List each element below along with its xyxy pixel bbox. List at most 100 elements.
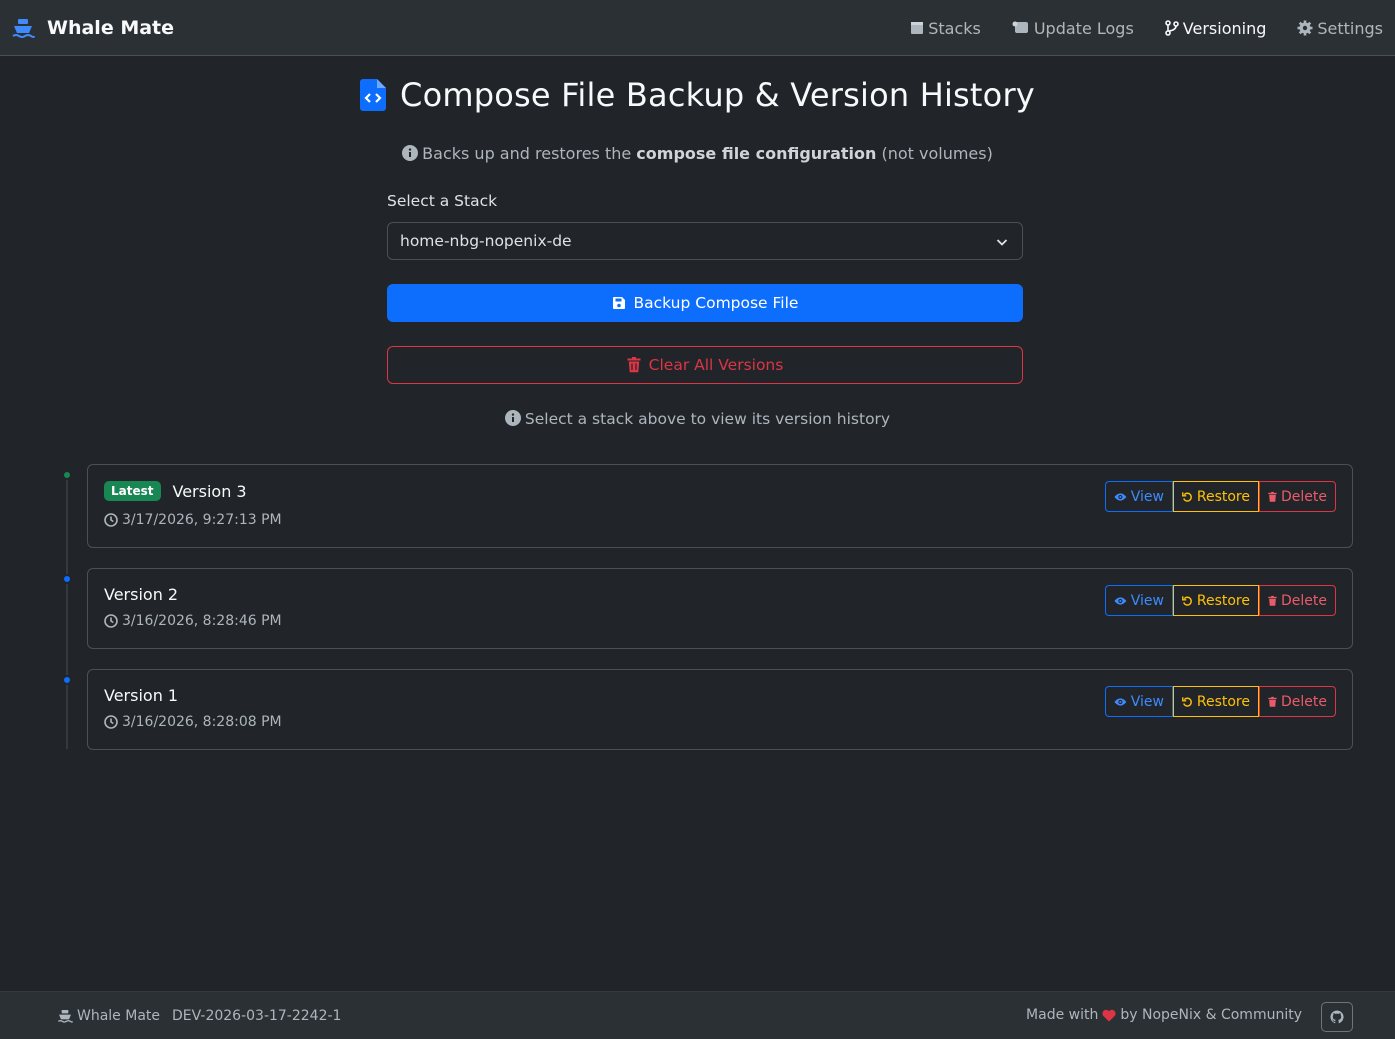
restore-button[interactable]: Restore	[1173, 481, 1259, 512]
nav-label: Settings	[1317, 18, 1383, 38]
version-actions: View Restore Delete	[1105, 585, 1336, 616]
clear-button-label: Clear All Versions	[648, 356, 784, 374]
restore-label: Restore	[1196, 693, 1250, 710]
brand-link[interactable]: Whale Mate	[11, 16, 174, 40]
eye-icon	[1114, 492, 1127, 501]
restore-button[interactable]: Restore	[1173, 686, 1259, 717]
clock-icon	[104, 715, 118, 729]
chevron-down-icon	[996, 239, 1008, 246]
version-card: Latest Version 3 3/17/2026, 9:27:13 PM V…	[87, 464, 1353, 548]
undo-icon	[1182, 491, 1192, 502]
nav-label: Versioning	[1182, 18, 1267, 38]
backup-compose-button[interactable]: Backup Compose File	[387, 284, 1023, 322]
ship-icon	[11, 16, 35, 40]
restore-label: Restore	[1196, 488, 1250, 505]
version-title-row: Version 1	[104, 686, 178, 705]
version-title-row: Latest Version 3	[104, 481, 247, 501]
version-date-text: 3/16/2026, 8:28:08 PM	[122, 714, 282, 730]
nav-stacks[interactable]: Stacks	[910, 19, 981, 38]
clock-icon	[104, 614, 118, 628]
timeline-dot	[62, 574, 72, 584]
version-date: 3/16/2026, 8:28:46 PM	[104, 613, 282, 629]
trash-icon	[1268, 595, 1277, 606]
heart-icon	[1102, 1009, 1116, 1021]
version-title: Version 2	[104, 585, 179, 604]
build-version: DEV-2026-03-17-2242-1	[172, 1008, 342, 1024]
file-code-icon	[360, 79, 387, 111]
footer: Whale Mate DEV-2026-03-17-2242-1 Made wi…	[0, 991, 1395, 1039]
nav-versioning[interactable]: Versioning	[1164, 18, 1267, 38]
nav-label: Stacks	[928, 18, 981, 38]
timeline-dot-latest	[62, 470, 72, 480]
made-with-text: Made with	[1026, 1007, 1099, 1023]
page-header: Compose File Backup & Version History	[0, 76, 1395, 114]
version-date: 3/16/2026, 8:28:08 PM	[104, 714, 282, 730]
gear-icon	[1297, 20, 1313, 36]
delete-button[interactable]: Delete	[1259, 585, 1336, 616]
selected-stack: home-nbg-nopenix-de	[400, 232, 572, 250]
view-label: View	[1130, 693, 1164, 710]
view-button[interactable]: View	[1105, 481, 1173, 512]
clear-all-versions-button[interactable]: Clear All Versions	[387, 346, 1023, 384]
box-icon	[911, 22, 924, 34]
clock-icon	[104, 513, 118, 527]
view-button[interactable]: View	[1105, 686, 1173, 717]
undo-icon	[1182, 595, 1192, 606]
trash-icon	[627, 357, 641, 373]
info-icon	[504, 410, 521, 426]
restore-button[interactable]: Restore	[1173, 585, 1259, 616]
view-label: View	[1130, 592, 1164, 609]
github-icon	[1330, 1010, 1344, 1024]
by-text[interactable]: by NopeNix & Community	[1120, 1007, 1302, 1023]
delete-button[interactable]: Delete	[1259, 481, 1336, 512]
version-title: Version 3	[172, 481, 247, 501]
nav-label: Update Logs	[1033, 18, 1134, 38]
trash-icon	[1268, 696, 1277, 707]
version-date: 3/17/2026, 9:27:13 PM	[104, 512, 282, 528]
subtitle-bold: compose file configuration	[636, 144, 877, 163]
version-hint: Select a stack above to view its version…	[0, 410, 1395, 428]
restore-label: Restore	[1196, 592, 1250, 609]
undo-icon	[1182, 696, 1192, 707]
branch-icon	[1164, 20, 1179, 36]
page-subtitle: Backs up and restores the compose file c…	[0, 144, 1395, 163]
scroll-icon	[1012, 21, 1028, 33]
version-title: Version 1	[104, 686, 179, 705]
hint-text: Select a stack above to view its version…	[524, 410, 891, 428]
github-button[interactable]	[1321, 1002, 1353, 1032]
latest-badge: Latest	[104, 481, 161, 501]
footer-brand-name: Whale Mate	[77, 1008, 161, 1024]
page-title: Compose File Backup & Version History	[400, 76, 1035, 114]
timeline-line	[66, 475, 68, 749]
brand-name: Whale Mate	[47, 16, 175, 39]
eye-icon	[1114, 596, 1127, 605]
subtitle-suffix: (not volumes)	[876, 144, 993, 163]
delete-label: Delete	[1281, 693, 1327, 710]
delete-label: Delete	[1281, 592, 1327, 609]
stack-select-label: Select a Stack	[387, 192, 498, 210]
subtitle-text: Backs up and restores the	[422, 144, 637, 163]
version-card: Version 1 3/16/2026, 8:28:08 PM View Res…	[87, 669, 1353, 750]
version-date-text: 3/16/2026, 8:28:46 PM	[122, 613, 282, 629]
info-icon	[402, 145, 419, 161]
eye-icon	[1114, 697, 1127, 706]
delete-button[interactable]: Delete	[1259, 686, 1336, 717]
version-date-text: 3/17/2026, 9:27:13 PM	[122, 512, 282, 528]
view-button[interactable]: View	[1105, 585, 1173, 616]
version-card: Version 2 3/16/2026, 8:28:46 PM View Res…	[87, 568, 1353, 649]
version-actions: View Restore Delete	[1105, 686, 1336, 717]
ship-icon	[57, 1010, 73, 1023]
nav-update-logs[interactable]: Update Logs	[1012, 19, 1134, 38]
nav-settings[interactable]: Settings	[1297, 19, 1383, 38]
version-title-row: Version 2	[104, 585, 178, 604]
footer-brand: Whale Mate DEV-2026-03-17-2242-1	[57, 992, 341, 1039]
backup-button-label: Backup Compose File	[633, 294, 799, 312]
navbar: Whale Mate Stacks Update Logs Versioning…	[0, 0, 1395, 56]
view-label: View	[1130, 488, 1164, 505]
stack-select[interactable]: home-nbg-nopenix-de	[387, 222, 1023, 260]
timeline-dot	[62, 675, 72, 685]
main-nav: Stacks Update Logs Versioning Settings	[879, 0, 1383, 56]
floppy-disk-icon	[612, 297, 625, 309]
delete-label: Delete	[1281, 488, 1327, 505]
footer-credits: Made with by NopeNix & Community	[1026, 992, 1302, 1038]
